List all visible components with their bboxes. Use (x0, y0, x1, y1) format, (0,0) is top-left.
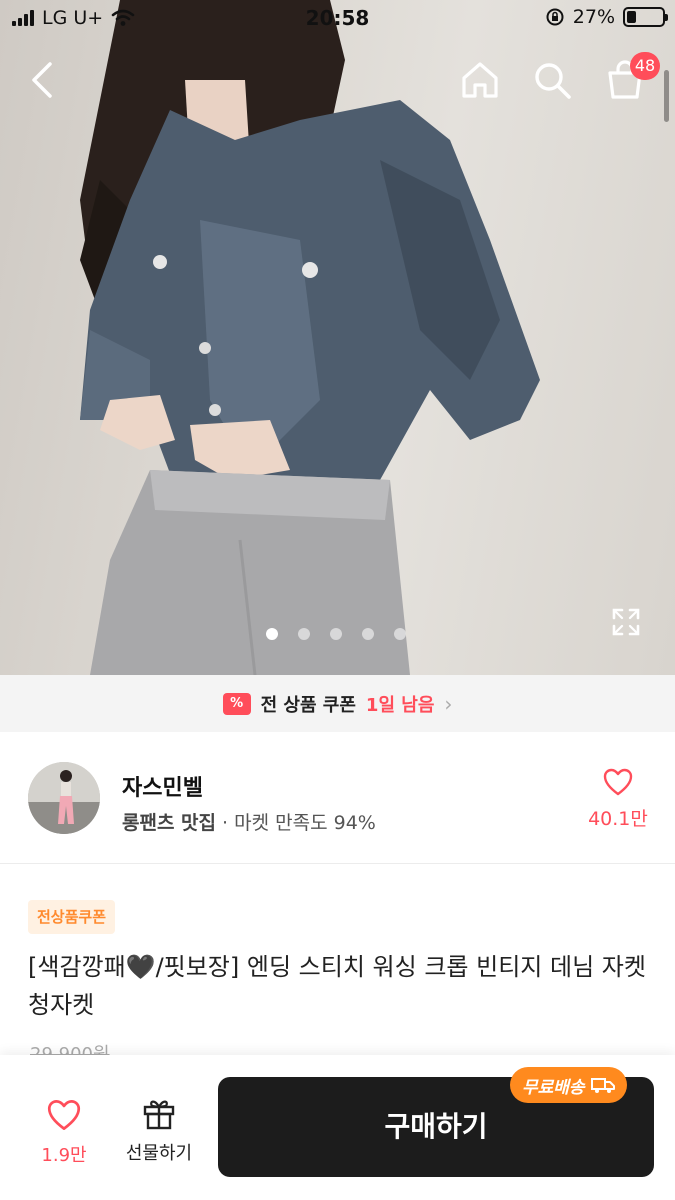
gallery-dot[interactable] (298, 628, 310, 640)
gallery-dot[interactable] (362, 628, 374, 640)
gallery-dot[interactable] (330, 628, 342, 640)
free-shipping-badge: 무료배송 (510, 1067, 627, 1103)
seller-like-button[interactable]: 40.1만 (583, 768, 653, 831)
scrollbar[interactable] (664, 70, 669, 122)
coupon-banner[interactable]: % 전 상품 쿠폰 1일 남음 › (0, 675, 675, 732)
battery-icon (623, 7, 668, 27)
gallery-dot[interactable] (394, 628, 406, 640)
wish-count: 1.9만 (41, 1145, 87, 1166)
cart-count-badge: 48 (630, 52, 660, 80)
coupon-icon: % (222, 692, 251, 715)
seller-like-count: 40.1만 (588, 808, 648, 830)
coupon-remaining: 1일 남음 (365, 694, 435, 716)
gallery-dot[interactable] (266, 628, 278, 640)
battery-percent: 27% (572, 6, 615, 28)
heart-icon (47, 1100, 81, 1130)
avatar-photo (28, 762, 100, 834)
truck-icon (590, 1078, 615, 1093)
coupon-tag: 전상품쿠폰 (28, 900, 116, 934)
chevron-right-icon: › (444, 691, 453, 716)
gift-icon (143, 1100, 175, 1130)
wish-button[interactable]: 1.9만 (26, 1099, 102, 1167)
status-bar: LG U+ 20:58 27% (0, 0, 675, 38)
heart-icon (603, 768, 633, 796)
product-title: [색감깡패🖤/핏보장] 엔딩 스티치 워싱 크롭 빈티지 데님 자켓 청자켓 (28, 953, 646, 1019)
seller-avatar[interactable] (28, 762, 100, 834)
seller-name[interactable]: 자스민벨 (122, 770, 203, 802)
seller-satisfaction: · 마켓 만족도 94% (216, 812, 376, 834)
gallery-pagination (266, 628, 406, 640)
search-icon[interactable] (530, 58, 574, 102)
free-shipping-label: 무료배송 (522, 1077, 585, 1098)
seller-description: 롱팬츠 맛집 · 마켓 만족도 94% (122, 808, 376, 835)
fullscreen-icon[interactable] (610, 606, 642, 638)
seller-section[interactable]: 자스민벨 롱팬츠 맛집 · 마켓 만족도 94% 40.1만 (0, 732, 675, 864)
home-icon[interactable] (458, 58, 502, 102)
status-right: 27% (545, 6, 668, 28)
gift-label: 선물하기 (125, 1143, 193, 1164)
rotation-lock-icon (546, 8, 564, 26)
gift-button[interactable]: 선물하기 (114, 1095, 204, 1165)
bottom-action-bar: 1.9만 선물하기 구매하기 무료배송 (0, 1055, 675, 1200)
seller-specialty: 롱팬츠 맛집 (122, 812, 217, 834)
back-icon[interactable] (22, 58, 62, 102)
coupon-label: 전 상품 쿠폰 (260, 694, 356, 716)
